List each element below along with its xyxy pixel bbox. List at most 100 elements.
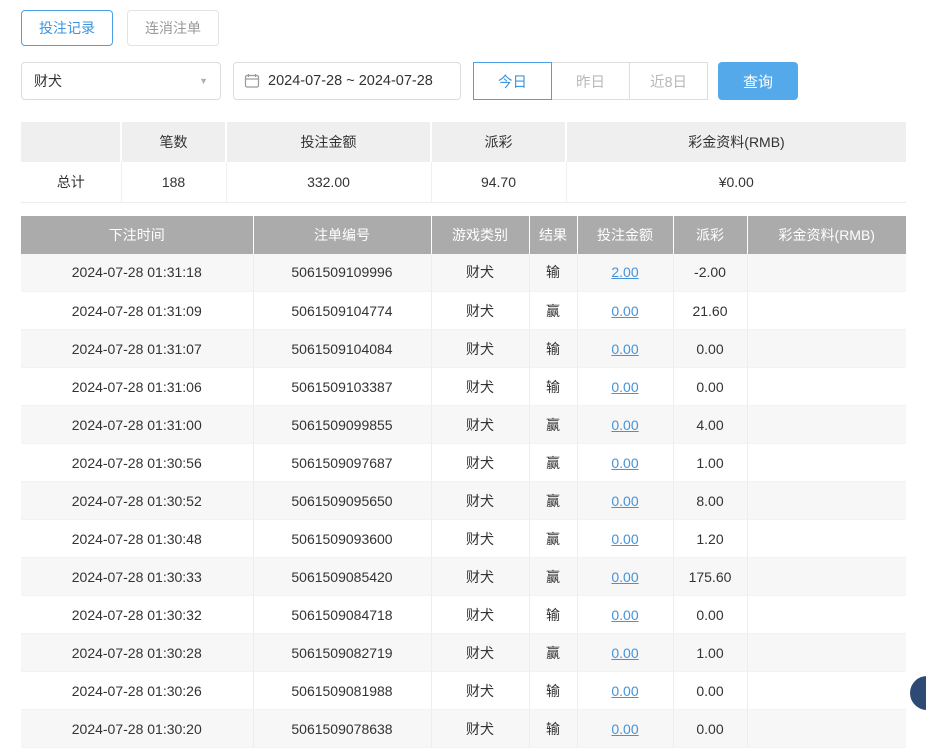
bet-amount-cell: 0.00 [577,330,673,368]
result-cell: 赢 [529,634,577,672]
bet-time-cell: 2024-07-28 01:30:56 [21,444,253,482]
table-row: 2024-07-28 01:31:095061509104774财犬赢0.002… [21,292,906,330]
bet-amount-link[interactable]: 0.00 [611,303,638,319]
game-type-cell: 财犬 [431,254,529,292]
payout-cell: 0.00 [673,672,747,710]
bet-amount-cell: 0.00 [577,634,673,672]
result-cell: 输 [529,710,577,748]
summary-header-payout: 派彩 [431,122,566,162]
table-row: 2024-07-28 01:30:205061509078638财犬输0.000… [21,710,906,748]
summary-header-count: 笔数 [121,122,226,162]
payout-cell: 1.20 [673,520,747,558]
summary-total-bonus: ¥0.00 [566,162,906,202]
bet-amount-cell: 0.00 [577,444,673,482]
table-row: 2024-07-28 01:30:325061509084718财犬输 0.00 0… [21,596,906,634]
table-row: 2024-07-28 01:30:565061509097687财犬赢0.001… [21,444,906,482]
order-id-cell: 5061509084718 [253,596,431,634]
header-payout: 派彩 [673,216,747,254]
date-range-picker[interactable]: 2024-07-28 ~ 2024-07-28 [233,62,461,100]
bonus-cell [747,672,906,710]
order-id-cell: 5061509078638 [253,710,431,748]
bonus-cell [747,330,906,368]
bet-time-cell: 2024-07-28 01:30:26 [21,672,253,710]
tab-betting-records[interactable]: 投注记录 [21,10,113,46]
result-cell: 输 [529,672,577,710]
summary-header-row: 笔数 投注金额 派彩 彩金资料(RMB) [21,122,906,162]
game-type-cell: 财犬 [431,710,529,748]
table-row: 2024-07-28 01:30:335061509085420财犬赢0.001… [21,558,906,596]
header-bet-time: 下注时间 [21,216,253,254]
order-id-cell: 5061509097687 [253,444,431,482]
bet-time-cell: 2024-07-28 01:31:09 [21,292,253,330]
game-select[interactable]: 财犬 ▼ [21,62,221,100]
bet-amount-cell: 0.00 [577,368,673,406]
summary-header-empty [21,122,121,162]
bet-amount-link[interactable]: 0.00 [611,569,638,585]
bet-amount-link[interactable]: 0.00 [611,341,638,357]
header-bet-amount: 投注金额 [577,216,673,254]
calendar-icon [244,73,260,89]
bonus-cell [747,482,906,520]
bonus-cell [747,292,906,330]
game-type-cell: 财犬 [431,444,529,482]
quick-button-last-8-days[interactable]: 近8日 [629,62,708,100]
result-cell: 输 [529,596,577,634]
order-id-cell: 5061509103387 [253,368,431,406]
filter-bar: 财犬 ▼ 2024-07-28 ~ 2024-07-28 今日 昨日 近8日 查… [21,62,906,100]
bet-time-cell: 2024-07-28 01:31:18 [21,254,253,292]
betting-records-page: 投注记录 连消注单 财犬 ▼ 2024-07-28 ~ 2024-07-28 今… [0,0,926,748]
bet-time-cell: 2024-07-28 01:30:48 [21,520,253,558]
bet-amount-link[interactable]: 0.00 [611,493,638,509]
game-type-cell: 财犬 [431,368,529,406]
top-tabs: 投注记录 连消注单 [21,10,906,46]
header-game-type: 游戏类别 [431,216,529,254]
game-type-cell: 财犬 [431,292,529,330]
bet-amount-link[interactable]: 0.00 [611,721,638,737]
order-id-cell: 5061509104774 [253,292,431,330]
bet-amount-cell: 0.00 [577,710,673,748]
header-result: 结果 [529,216,577,254]
game-type-cell: 财犬 [431,596,529,634]
table-row: 2024-07-28 01:31:185061509109996财犬输2.00-… [21,254,906,292]
tab-canceled-orders[interactable]: 连消注单 [127,10,219,46]
summary-total-row: 总计 188 332.00 94.70 ¥0.00 [21,162,906,202]
records-header-row: 下注时间 注单编号 游戏类别 结果 投注金额 派彩 彩金资料(RMB) [21,216,906,254]
quick-button-yesterday[interactable]: 昨日 [551,62,630,100]
bet-amount-link[interactable]: 0.00 [611,455,638,471]
records-table-body: 2024-07-28 01:31:185061509109996财犬输2.00-… [21,254,906,748]
bet-amount-link[interactable]: 0.00 [611,417,638,433]
bonus-cell [747,520,906,558]
quick-button-today[interactable]: 今日 [473,62,552,100]
bet-amount-link[interactable]: 0.00 [611,531,638,547]
summary-total-count: 188 [121,162,226,202]
bet-amount-link[interactable]: 0.00 [611,607,638,623]
bonus-cell [747,368,906,406]
bet-time-cell: 2024-07-28 01:31:07 [21,330,253,368]
payout-cell: 0.00 [673,596,747,634]
result-cell: 赢 [529,292,577,330]
bet-time-cell: 2024-07-28 01:30:32 [21,596,253,634]
result-cell: 赢 [529,444,577,482]
bet-amount-link[interactable]: 2.00 [611,264,638,280]
game-type-cell: 财犬 [431,482,529,520]
bet-amount-link[interactable]: 0.00 [611,645,638,661]
payout-cell: -2.00 [673,254,747,292]
bet-amount-link[interactable]: 0.00 [611,683,638,699]
floating-service-button[interactable] [910,676,926,710]
bonus-cell [747,634,906,672]
payout-cell: 175.60 [673,558,747,596]
result-cell: 赢 [529,558,577,596]
summary-header-bonus: 彩金资料(RMB) [566,122,906,162]
quick-date-buttons: 今日 昨日 近8日 [473,62,708,100]
chevron-down-icon: ▼ [199,76,208,86]
search-button[interactable]: 查询 [718,62,798,100]
payout-cell: 1.00 [673,634,747,672]
header-bonus: 彩金资料(RMB) [747,216,906,254]
bet-amount-link[interactable]: 0.00 [611,379,638,395]
payout-cell: 0.00 [673,710,747,748]
result-cell: 输 [529,254,577,292]
bet-amount-cell: 0.00 [577,558,673,596]
payout-cell: 8.00 [673,482,747,520]
table-row: 2024-07-28 01:30:265061509081988财犬输0.000… [21,672,906,710]
payout-cell: 4.00 [673,406,747,444]
